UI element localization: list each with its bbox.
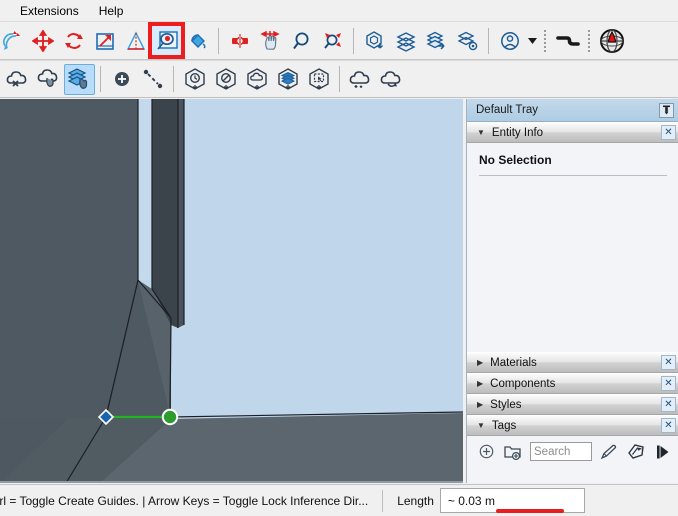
dashed-line-tool[interactable] — [137, 64, 168, 95]
section-plane-tool[interactable] — [224, 25, 255, 56]
model-info-tool[interactable] — [359, 25, 390, 56]
status-divider — [382, 490, 383, 512]
cloud-sparkle-button[interactable] — [345, 64, 376, 95]
rotate-tool-2[interactable] — [58, 25, 89, 56]
caret-icon: ▼ — [477, 422, 485, 430]
layers-settings-tool[interactable] — [452, 25, 483, 56]
toolbar-separator-2 — [353, 28, 354, 54]
status-bar: trl = Toggle Create Guides. | Arrow Keys… — [0, 484, 678, 516]
panel-materials-header[interactable]: ▶ Materials ✕ — [467, 352, 678, 373]
toolbar-separator — [218, 28, 219, 54]
menu-item-extensions[interactable]: Extensions — [10, 2, 89, 20]
stack-export-tool[interactable] — [421, 25, 452, 56]
move-tool[interactable] — [27, 25, 58, 56]
viewport-bottom-edge — [0, 481, 463, 483]
panel-entity-info-header[interactable]: ▼ Entity Info ✕ — [467, 122, 678, 143]
toolbar-grip-1[interactable] — [542, 28, 549, 54]
sketchup-window: Extensions Help — [0, 0, 678, 516]
status-message: trl = Toggle Create Guides. | Arrow Keys… — [0, 494, 368, 508]
caret-icon: ▶ — [477, 380, 483, 388]
pan-tool[interactable] — [255, 25, 286, 56]
model-viewport[interactable] — [0, 99, 463, 483]
follow-me-tool[interactable] — [552, 25, 583, 56]
tray-title-label: Default Tray — [476, 104, 659, 116]
zoom-extents-tool[interactable] — [317, 25, 348, 56]
mirror-tool[interactable] — [120, 25, 151, 56]
caret-icon: ▼ — [477, 129, 485, 137]
tag-icon[interactable] — [626, 442, 646, 462]
layers-tool[interactable] — [390, 25, 421, 56]
select-layers-button[interactable] — [64, 64, 95, 95]
zoom-tool[interactable] — [286, 25, 317, 56]
secondary-toolbar — [0, 60, 678, 98]
panel-styles: ▶ Styles ✕ — [467, 394, 678, 415]
red-underline-annotation — [496, 509, 564, 513]
toolbar2-separator-3 — [339, 66, 340, 92]
panel-components-header[interactable]: ▶ Components ✕ — [467, 373, 678, 394]
panel-components: ▶ Components ✕ — [467, 373, 678, 394]
close-icon[interactable]: ✕ — [661, 355, 676, 370]
panel-components-title: Components — [490, 378, 661, 390]
geo-location-tool[interactable] — [596, 25, 627, 56]
panel-entity-info-body: No Selection — [467, 143, 678, 352]
pin-icon[interactable] — [659, 103, 674, 118]
default-tray: Default Tray ▼ Entity Info ✕ No Selectio… — [466, 99, 678, 483]
toolbar-separator-3 — [488, 28, 489, 54]
panel-entity-info-title: Entity Info — [492, 127, 661, 139]
tags-toolbar: Search — [467, 436, 678, 467]
tape-measure-tool[interactable] — [151, 25, 182, 56]
entity-info-status: No Selection — [479, 153, 667, 167]
panel-materials-title: Materials — [490, 357, 661, 369]
cloud-download-button[interactable] — [33, 64, 64, 95]
model-geometry — [0, 99, 463, 483]
panel-tags-title: Tags — [492, 420, 661, 432]
panel-entity-info: ▼ Entity Info ✕ No Selection — [467, 122, 678, 352]
select-cube-button[interactable] — [303, 64, 334, 95]
scale-tool[interactable] — [89, 25, 120, 56]
search-placeholder: Search — [534, 446, 570, 458]
menu-item-help[interactable]: Help — [89, 2, 134, 20]
caret-icon: ▶ — [477, 401, 483, 409]
toolbar2-separator-1 — [100, 66, 101, 92]
tag-export-button[interactable] — [653, 442, 673, 462]
caret-icon: ▶ — [477, 359, 483, 367]
cloud-cube-button[interactable] — [241, 64, 272, 95]
add-tag-button[interactable] — [476, 442, 496, 462]
edit-tag-button[interactable] — [599, 442, 619, 462]
close-icon[interactable]: ✕ — [661, 376, 676, 391]
rotate-tool[interactable] — [0, 25, 27, 56]
close-icon[interactable]: ✕ — [661, 125, 676, 140]
panel-tags: ▼ Tags ✕ — [467, 415, 678, 467]
history-cube-button[interactable] — [179, 64, 210, 95]
account-dropdown[interactable] — [525, 25, 539, 56]
tray-title-bar: Default Tray — [467, 99, 678, 122]
main-toolbar — [0, 21, 678, 60]
panel-styles-title: Styles — [490, 399, 661, 411]
layers-cube-button[interactable] — [272, 64, 303, 95]
toolbar2-separator-2 — [173, 66, 174, 92]
add-tag-folder-button[interactable] — [503, 442, 523, 462]
menu-bar: Extensions Help — [0, 0, 678, 21]
endpoint-marker — [163, 410, 177, 424]
account-button[interactable] — [494, 25, 525, 56]
panel-styles-header[interactable]: ▶ Styles ✕ — [467, 394, 678, 415]
cloud-disconnect-button[interactable] — [2, 64, 33, 95]
paint-bucket-tool[interactable] — [182, 25, 213, 56]
close-icon[interactable]: ✕ — [661, 418, 676, 433]
panel-materials: ▶ Materials ✕ — [467, 352, 678, 373]
panel-tags-header[interactable]: ▼ Tags ✕ — [467, 415, 678, 436]
chevron-down-icon — [528, 38, 537, 44]
tag-search-input[interactable]: Search — [530, 442, 592, 461]
close-icon[interactable]: ✕ — [661, 397, 676, 412]
toolbar-grip-2[interactable] — [586, 28, 593, 54]
add-button[interactable] — [106, 64, 137, 95]
divider — [479, 175, 667, 176]
disable-cube-button[interactable] — [210, 64, 241, 95]
measurement-label: Length — [397, 494, 434, 508]
cloud-sync-button[interactable] — [376, 64, 407, 95]
measurement-value: ~ 0.03 m — [448, 494, 495, 508]
